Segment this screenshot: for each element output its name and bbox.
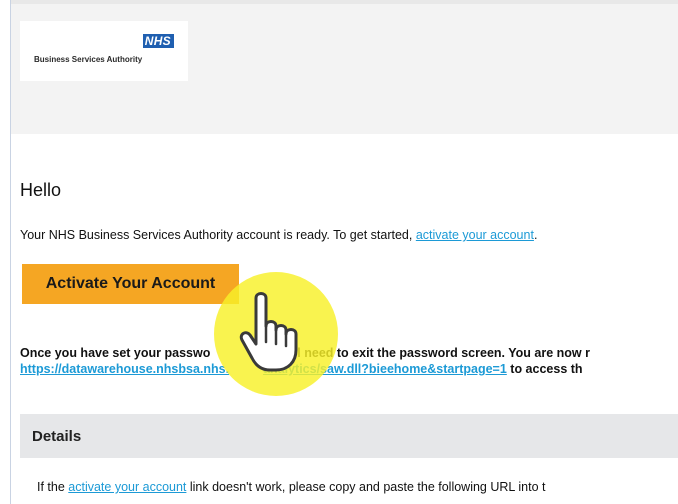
fallback-instructions: If the activate your account link doesn'… — [37, 480, 678, 494]
details-title: Details — [32, 428, 82, 445]
info-text-start: Once you have set your passwo — [20, 346, 211, 360]
datawarehouse-info-line: https://datawarehouse.nhsbsa.nhs. analyti… — [20, 362, 678, 376]
intro-text: Your NHS Business Services Authority acc… — [20, 228, 416, 242]
fallback-post: link doesn't work, please copy and paste… — [186, 480, 546, 494]
activate-account-link[interactable]: activate your account — [416, 228, 534, 242]
fallback-activate-link[interactable]: activate your account — [68, 480, 186, 494]
intro-paragraph: Your NHS Business Services Authority acc… — [20, 228, 678, 242]
org-name: Business Services Authority — [34, 55, 143, 64]
fallback-pre: If the — [37, 480, 69, 494]
password-info-line: Once you have set your passwo ill need to… — [20, 346, 678, 360]
details-section-header: Details — [20, 414, 678, 458]
nhsbsa-logo: NHS Business Services Authority — [20, 21, 188, 81]
greeting: Hello — [20, 180, 62, 200]
window-left-edge — [0, 0, 11, 504]
hand-pointer-icon — [239, 292, 298, 372]
info-line2-rest: to access th — [506, 362, 583, 376]
email-header: NHS Business Services Authority — [11, 4, 678, 134]
nhs-logo-mark: NHS — [142, 34, 174, 48]
activate-account-button[interactable]: Activate Your Account — [22, 264, 239, 304]
intro-end: . — [533, 228, 538, 242]
